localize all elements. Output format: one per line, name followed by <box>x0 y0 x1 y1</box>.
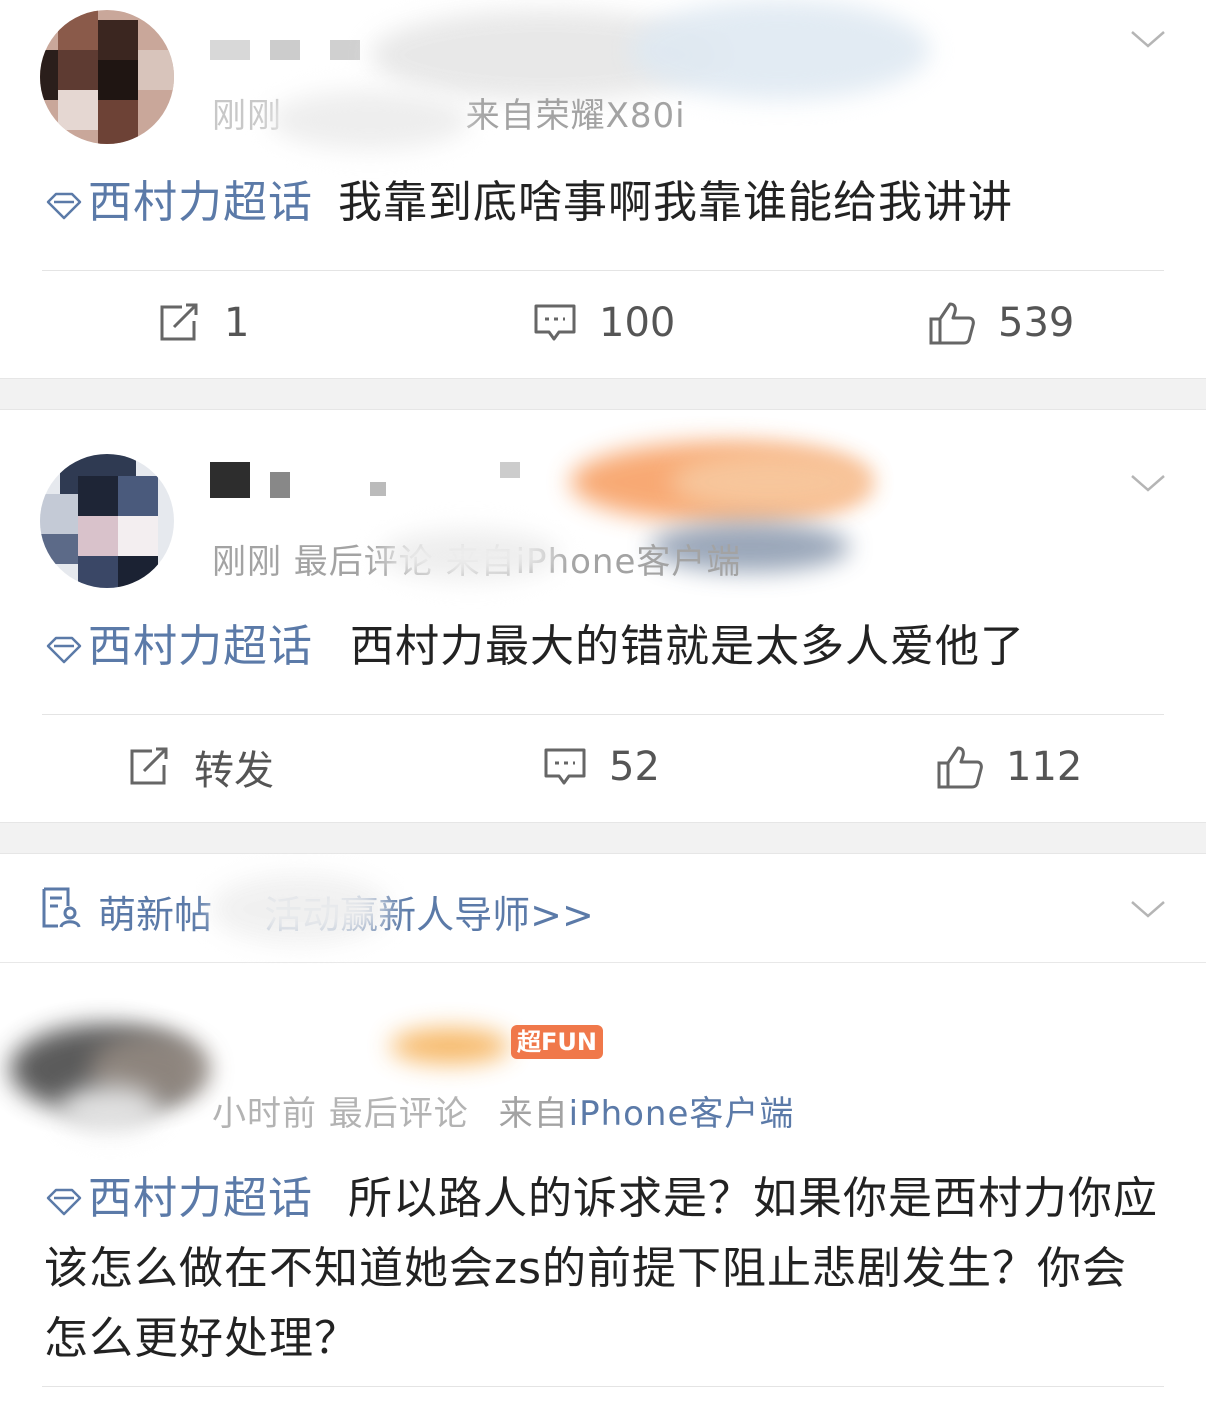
thumbs-up-icon <box>929 302 975 345</box>
source-prefix: 来自 <box>498 1094 569 1134</box>
topic-link[interactable]: 西村力超话 <box>44 621 313 672</box>
repost-label: 转发 <box>194 748 274 794</box>
divider <box>42 270 1164 271</box>
comment-icon <box>544 748 586 785</box>
topic-label: 西村力超话 <box>88 177 313 228</box>
topic-label: 西村力超话 <box>88 621 313 672</box>
comment-icon <box>534 304 576 341</box>
avatar[interactable] <box>40 10 174 144</box>
repost-button[interactable]: 转发 <box>128 717 274 817</box>
chevron-down-icon[interactable] <box>1130 28 1166 52</box>
comment-button[interactable]: 52 <box>543 717 660 817</box>
section-gap <box>0 822 1206 854</box>
super-fun-badge: 超FUN <box>511 1025 603 1059</box>
like-count: 539 <box>998 300 1075 346</box>
action-bar: 转发 52 112 <box>0 717 1206 817</box>
diamond-icon <box>46 192 82 220</box>
chevron-down-icon[interactable] <box>1130 472 1166 496</box>
thumbs-up-icon <box>937 746 983 789</box>
post-content: 西村力超话 所以路人的诉求是？如果你是西村力你应该怎么做在不知道她会zs的前提下… <box>44 1164 1166 1374</box>
comment-count: 100 <box>599 300 676 346</box>
source-device: 荣耀X80i <box>535 96 686 136</box>
source-prefix: 来自 <box>465 96 536 136</box>
repost-button[interactable]: 1 <box>158 273 249 373</box>
post-1: 刚刚 来自荣耀X80i 西村力超话 我靠到底啥事啊我靠谁能给我讲讲 1 100 … <box>0 0 1206 378</box>
like-count: 112 <box>1006 744 1083 790</box>
diamond-icon <box>46 636 82 664</box>
post-text: 西村力最大的错就是太多人爱他了 <box>350 621 1025 672</box>
comment-count: 52 <box>609 744 660 790</box>
newbie-notice[interactable]: 萌新帖 活动赢新人导师>> <box>0 854 1206 963</box>
avatar[interactable] <box>0 1004 210 1144</box>
repost-icon <box>130 747 168 785</box>
divider <box>42 714 1164 715</box>
topic-label: 西村力超话 <box>88 1173 313 1224</box>
post-text: 我靠到底啥事啊我靠谁能给我讲讲 <box>338 177 1013 228</box>
topic-link[interactable]: 西村力超话 <box>44 1173 313 1224</box>
section-gap <box>0 378 1206 410</box>
action-bar: 1 100 539 <box>0 273 1206 373</box>
diamond-icon <box>46 1188 82 1216</box>
like-button[interactable]: 539 <box>928 273 1074 373</box>
post-meta: 小时前 最后评论 来自iPhone客户端 <box>212 1086 794 1135</box>
repost-count: 1 <box>224 300 250 346</box>
chevron-down-icon[interactable] <box>1130 898 1166 922</box>
post-content: 西村力超话 我靠到底啥事啊我靠谁能给我讲讲 <box>44 168 1166 238</box>
post-2: 刚刚 最后评论 来自iPhone客户端 西村力超话 西村力最大的错就是太多人爱他… <box>0 410 1206 822</box>
source-device[interactable]: iPhone客户端 <box>569 1094 795 1134</box>
avatar[interactable] <box>40 454 174 588</box>
post-content: 西村力超话 西村力最大的错就是太多人爱他了 <box>44 612 1166 682</box>
comment-button[interactable]: 100 <box>533 273 675 373</box>
notice-label: 萌新帖 <box>98 893 213 937</box>
like-button[interactable]: 112 <box>936 717 1082 817</box>
repost-icon <box>160 303 198 341</box>
document-user-icon <box>42 887 81 928</box>
time-text: 小时前 最后评论 <box>212 1094 469 1134</box>
post-3: 超FUN 小时前 最后评论 来自iPhone客户端 西村力超话 所以路人的诉求是… <box>0 964 1206 1402</box>
divider <box>42 1386 1164 1387</box>
topic-link[interactable]: 西村力超话 <box>44 177 313 228</box>
